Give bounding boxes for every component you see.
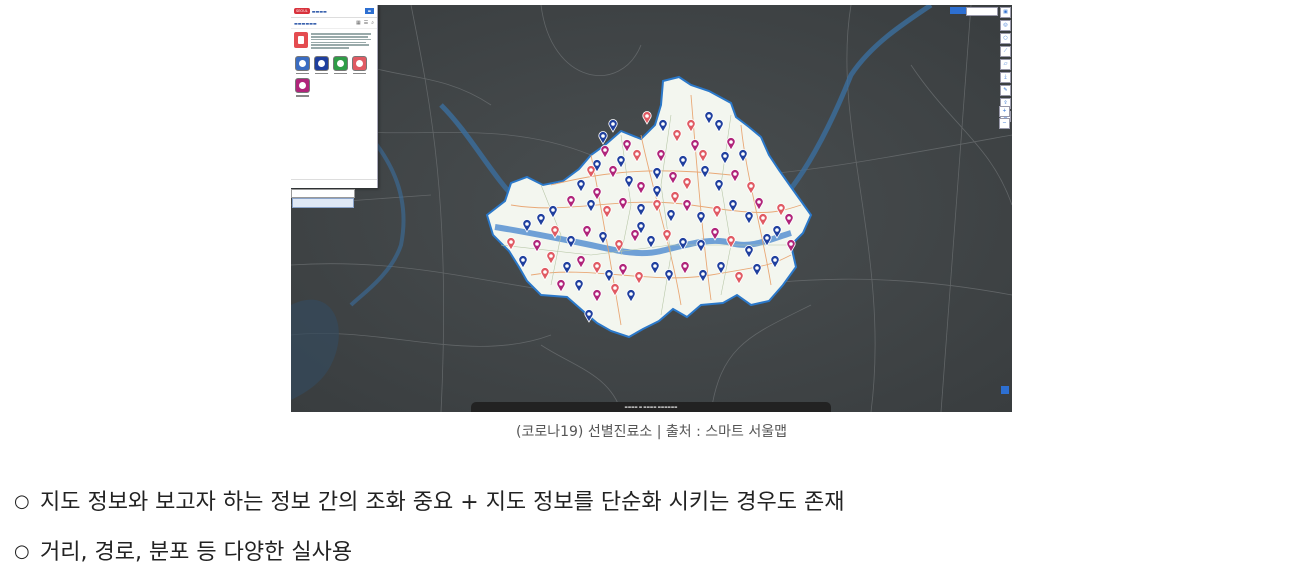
minimap-button[interactable]	[1001, 386, 1009, 394]
list-view-icon[interactable]: ☰	[364, 20, 368, 26]
pen-icon[interactable]: ✎	[1000, 85, 1011, 96]
category-clinic-red-button[interactable]	[352, 55, 367, 75]
bullet-mark: ○	[14, 541, 30, 562]
category-label	[296, 72, 309, 75]
brand-name: ▬▬▬▬	[311, 8, 327, 14]
status-bar: ▬▬▬▬ ▬ ▬▬▬▬ ▬▬▬▬▬▬	[471, 402, 831, 412]
category-clinic-blue-button[interactable]	[314, 55, 329, 75]
bullet-mark: ○	[14, 491, 30, 512]
map-title-row: ▬▬▬▬▬▬ ▦ ☰ ⌕	[291, 18, 377, 29]
download-icon[interactable]: ⤓	[1000, 72, 1011, 83]
category-grid	[291, 53, 377, 100]
area-icon[interactable]: ▱	[1000, 59, 1011, 70]
marker-icon	[295, 78, 310, 94]
category-clinic-green-button[interactable]	[333, 55, 348, 75]
right-toolbar: ▣◎○⟋▱⤓✎⇪⎙	[1000, 7, 1011, 122]
top-login-chip[interactable]	[966, 7, 998, 16]
top-mode-chip[interactable]	[950, 7, 966, 14]
bullet-item-1: ○ 지도 정보와 보고자 하는 정보 간의 조화 중요 + 지도 정보를 단순화 …	[14, 484, 845, 516]
category-clinic-magenta-button[interactable]	[295, 78, 310, 98]
map-title: ▬▬▬▬▬▬	[294, 20, 317, 26]
zoom-control: + −	[999, 106, 1010, 129]
map-icon[interactable]: ▣	[1000, 7, 1011, 18]
marker-icon	[295, 55, 310, 71]
panel-footer	[291, 179, 377, 188]
category-label	[315, 72, 328, 75]
marker-icon	[333, 55, 348, 71]
bullet-text: 지도 정보와 보고자 하는 정보 간의 조화 중요 + 지도 정보를 단순화 시…	[40, 490, 845, 515]
search-icon[interactable]: ⌕	[371, 20, 374, 26]
grid-view-icon[interactable]: ▦	[356, 20, 361, 26]
panel-header: SEOUL ▬▬▬▬ ▬	[291, 5, 377, 18]
category-all-button[interactable]	[295, 55, 310, 75]
ruler-icon[interactable]: ⟋	[1000, 46, 1011, 57]
address-search-input[interactable]	[291, 189, 355, 198]
zoom-out-button[interactable]: −	[999, 118, 1010, 129]
panel-menu-button[interactable]: ▬	[364, 8, 374, 14]
category-label	[334, 72, 347, 75]
marker-icon	[314, 55, 329, 71]
map-canvas[interactable]	[291, 5, 1012, 412]
category-label	[296, 95, 309, 98]
category-label	[353, 72, 366, 75]
brand-logo[interactable]: SEOUL	[294, 8, 310, 14]
bullet-text: 거리, 경로, 분포 등 다양한 실사용	[40, 540, 353, 565]
side-panel: SEOUL ▬▬▬▬ ▬ ▬▬▬▬▬▬ ▦ ☰ ⌕	[291, 5, 378, 188]
zoom-in-button[interactable]: +	[999, 106, 1010, 117]
status-text: ▬▬▬▬ ▬ ▬▬▬▬ ▬▬▬▬▬▬	[624, 405, 678, 409]
bullet-item-2: ○ 거리, 경로, 분포 등 다양한 실사용	[14, 534, 352, 566]
map-view[interactable]: SEOUL ▬▬▬▬ ▬ ▬▬▬▬▬▬ ▦ ☰ ⌕ ▣ ◎ ○ ⟋ ▱ ⤓ ✎ …	[291, 5, 1012, 412]
hospital-icon	[294, 32, 308, 48]
nearby-search-button[interactable]	[292, 198, 354, 208]
compass-icon[interactable]: ◎	[1000, 20, 1011, 31]
marker-icon	[352, 55, 367, 71]
circle-icon[interactable]: ○	[1000, 33, 1011, 44]
figure-caption: (코로나19) 선별진료소 | 출처 : 스마트 서울맵	[516, 424, 787, 440]
info-row	[291, 29, 377, 53]
info-text	[311, 32, 374, 50]
